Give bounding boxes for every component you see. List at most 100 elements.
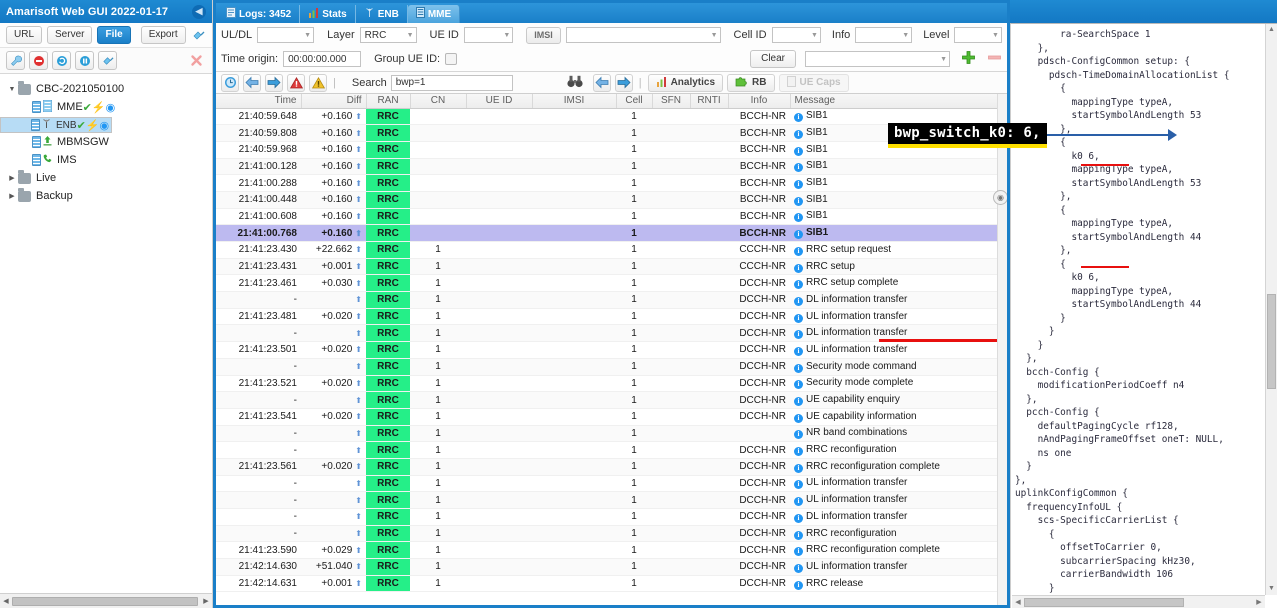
scroll-right-arrow-icon[interactable]: ▶ (200, 597, 212, 605)
error-icon[interactable] (287, 73, 305, 92)
tree-node-cbc[interactable]: ▼ CBC-2021050100 (0, 80, 212, 98)
scrollbar-knob[interactable]: ◉ (993, 190, 1007, 205)
chevron-down-icon[interactable]: ▼ (6, 86, 18, 93)
arrow-left-icon[interactable] (243, 73, 261, 92)
pause-icon[interactable] (75, 51, 94, 70)
info-select[interactable]: ▼ (855, 27, 913, 43)
table-row[interactable]: - ⬆ RRC 1 1 DCCH-NR i RRC reconfiguration (216, 441, 1007, 459)
tree-node-mme[interactable]: MME ✔ ⚡ ◉ (0, 98, 212, 116)
table-row[interactable]: 21:42:14.630 +51.040 ⬆ RRC 1 1 DCCH-NR i UL info… (216, 558, 1007, 576)
tree-node-backup[interactable]: ▶ Backup (0, 187, 212, 205)
tab-mme[interactable]: MME (407, 5, 461, 23)
table-row[interactable]: 21:41:23.521 +0.020 ⬆ RRC 1 1 DCCH-NR i Security… (216, 375, 1007, 393)
analytics-button[interactable]: Analytics (647, 73, 724, 92)
table-row[interactable]: - ⬆ RRC 1 1 DCCH-NR i RRC reconfiguration (216, 525, 1007, 543)
group-ueid-checkbox[interactable] (445, 53, 458, 65)
col-ueid[interactable]: UE ID (466, 94, 533, 109)
table-row[interactable]: - ⬆ RRC 1 1 DCCH-NR i Security mode command (216, 358, 1007, 376)
col-diff[interactable]: Diff (301, 94, 367, 109)
col-time[interactable]: Time (216, 94, 302, 109)
table-row[interactable]: 21:41:23.481 +0.020 ⬆ RRC 1 1 DCCH-NR i UL infor… (216, 308, 1007, 326)
table-row[interactable]: 21:41:23.561 +0.020 ⬆ RRC 1 1 DCCH-NR i RRC reco… (216, 458, 1007, 476)
tree-node-mbmsgw[interactable]: MBMSGW (0, 133, 212, 151)
tree-node-enb[interactable]: ENB ✔ ⚡ ◉ (0, 117, 113, 133)
tab-logs[interactable]: Logs: 3452 (218, 5, 301, 23)
close-icon[interactable] (187, 51, 206, 70)
col-rnti[interactable]: RNTI (690, 94, 729, 109)
table-row[interactable]: - ⬆ RRC 1 1 DCCH-NR i UL information transfer (216, 475, 1007, 493)
scrollbar-thumb[interactable] (12, 597, 198, 606)
layer-select[interactable]: RRC ▼ (359, 27, 417, 43)
ueid-select[interactable]: ▼ (463, 27, 514, 43)
rb-button[interactable]: RB (727, 73, 775, 92)
table-row[interactable]: 21:41:00.608 +0.160 ⬆ RRC 1 BCCH-NR i SIB1 (216, 208, 1007, 226)
scroll-left-arrow-icon[interactable]: ◀ (0, 597, 12, 605)
scrollbar-thumb[interactable] (1267, 294, 1276, 389)
logs-vertical-scrollbar[interactable]: ◉ (993, 94, 1007, 605)
stop-icon[interactable] (29, 51, 48, 70)
chevron-right-icon[interactable]: ▶ (6, 174, 18, 182)
table-row[interactable]: 21:41:00.128 +0.160 ⬆ RRC 1 BCCH-NR i SIB1 (216, 158, 1007, 176)
table-row[interactable]: 21:41:23.430 +22.662 ⬆ RRC 1 1 CCCH-NR i RRC set… (216, 241, 1007, 259)
table-row[interactable]: - ⬆ RRC 1 1 DCCH-NR i DL information transfer (216, 508, 1007, 526)
level-select[interactable]: ▼ (954, 27, 1002, 43)
plug-icon-2[interactable] (98, 51, 117, 70)
detail-panel-body[interactable]: ra-SearchSpace 1 }, pdsch-ConfigCommon s… (1010, 23, 1277, 608)
scrollbar-thumb[interactable] (1024, 598, 1184, 607)
file-button[interactable]: File (97, 26, 131, 44)
detail-horizontal-scrollbar[interactable]: ◀ ▶ (1012, 595, 1265, 608)
time-origin-input[interactable]: 00:00:00.000 (283, 51, 362, 67)
uldl-select[interactable]: ▼ (257, 27, 315, 43)
table-row[interactable]: 21:41:23.541 +0.020 ⬆ RRC 1 1 DCCH-NR i UE capab… (216, 408, 1007, 426)
scroll-right-arrow-icon[interactable]: ▶ (1253, 598, 1265, 606)
binoculars-icon[interactable] (567, 75, 583, 91)
table-row[interactable]: - ⬆ RRC 1 1 i NR band combinations (216, 425, 1007, 443)
table-row[interactable]: 21:41:23.590 +0.029 ⬆ RRC 1 1 DCCH-NR i RRC reco… (216, 541, 1007, 560)
clock-icon[interactable] (221, 73, 239, 92)
table-row[interactable]: - ⬆ RRC 1 1 DCCH-NR i DL information transfer (216, 291, 1007, 309)
export-button[interactable]: Export (140, 26, 186, 44)
warning-icon[interactable] (309, 73, 327, 92)
search-next-icon[interactable] (614, 73, 633, 92)
chevron-right-icon[interactable]: ▶ (6, 192, 18, 200)
scroll-down-arrow-icon[interactable]: ▼ (1266, 583, 1277, 595)
chevron-left-icon[interactable]: ◀ (192, 4, 206, 19)
sidebar-horizontal-scrollbar[interactable]: ◀ ▶ (0, 593, 212, 608)
plus-icon[interactable] (961, 50, 976, 68)
search-prev-icon[interactable] (592, 73, 611, 92)
imsi-button[interactable]: IMSI (526, 26, 561, 44)
ue-caps-button[interactable]: UE Caps (778, 73, 849, 92)
table-row[interactable]: 21:41:00.288 +0.160 ⬆ RRC 1 BCCH-NR i SIB1 (216, 174, 1007, 192)
col-info[interactable]: Info (728, 94, 791, 109)
search-input[interactable]: bwp=1 (390, 74, 513, 91)
plug-icon[interactable] (191, 26, 206, 45)
col-imsi[interactable]: IMSI (532, 94, 617, 109)
clear-button[interactable]: Clear (750, 50, 796, 68)
table-row[interactable]: 21:41:23.461 +0.030 ⬆ RRC 1 1 DCCH-NR i RRC setu… (216, 274, 1007, 293)
scroll-left-arrow-icon[interactable]: ◀ (1012, 598, 1024, 606)
col-cell[interactable]: Cell (616, 94, 653, 109)
col-message[interactable]: Message (790, 94, 1007, 109)
detail-vertical-scrollbar[interactable]: ▲ ▼ (1265, 24, 1277, 595)
table-row[interactable]: 21:41:23.431 +0.001 ⬆ RRC 1 1 CCCH-NR i RRC setu… (216, 258, 1007, 276)
url-button[interactable]: URL (6, 26, 43, 44)
tree-node-ims[interactable]: IMS (0, 151, 212, 169)
col-ran[interactable]: RAN (366, 94, 411, 109)
table-row[interactable]: - ⬆ RRC 1 1 DCCH-NR i UE capability enquiry (216, 391, 1007, 409)
refresh-icon[interactable] (52, 51, 71, 70)
col-sfn[interactable]: SFN (652, 94, 691, 109)
table-row[interactable]: 21:41:00.768 +0.160 ⬆ RRC 1 BCCH-NR i SIB1 (216, 224, 1007, 242)
tab-stats[interactable]: Stats (300, 5, 356, 23)
minus-icon[interactable] (987, 50, 1002, 68)
preset-select[interactable]: ▼ (805, 51, 950, 67)
imsi-select[interactable]: ▼ (565, 27, 721, 43)
scroll-up-arrow-icon[interactable]: ▲ (1266, 24, 1277, 36)
table-row[interactable]: 21:42:14.631 +0.001 ⬆ RRC 1 1 DCCH-NR i RRC rele… (216, 575, 1007, 593)
col-cn[interactable]: CN (410, 94, 467, 109)
arrow-right-icon[interactable] (265, 73, 283, 92)
cellid-select[interactable]: ▼ (771, 27, 821, 43)
table-row[interactable]: 21:41:00.448 +0.160 ⬆ RRC 1 BCCH-NR i SIB1 (216, 191, 1007, 209)
table-row[interactable]: 21:41:23.501 +0.020 ⬆ RRC 1 1 DCCH-NR i UL infor… (216, 341, 1007, 359)
logs-table-container[interactable]: Time Diff RAN CN UE ID IMSI Cell SFN RNT… (216, 94, 1007, 605)
wrench-icon[interactable] (6, 51, 25, 70)
